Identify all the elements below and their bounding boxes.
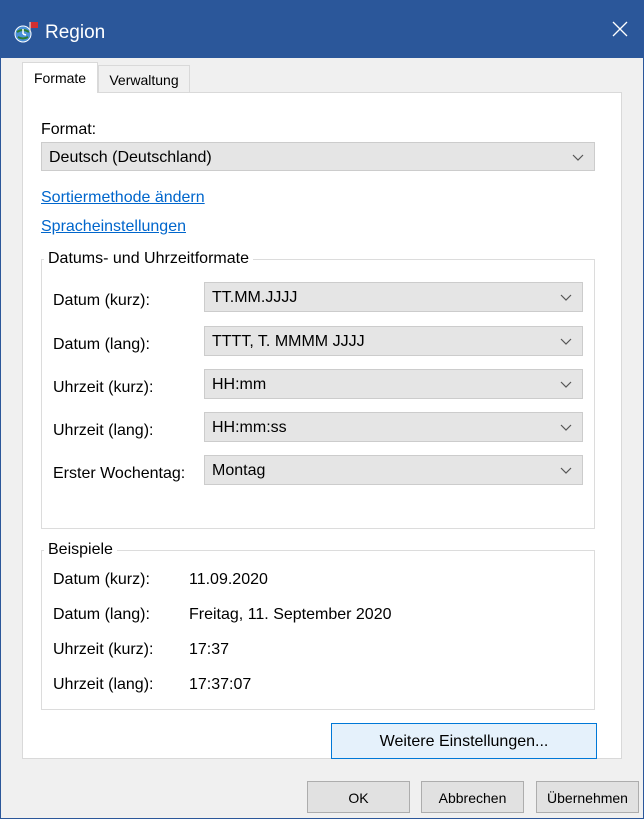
long-time-dropdown[interactable]: HH:mm:ss (204, 412, 583, 442)
format-dropdown-value: Deutsch (Deutschland) (49, 149, 212, 166)
tab-panel-formate: Format: Deutsch (Deutschland) Sortiermet… (22, 92, 622, 759)
language-settings-link[interactable]: Spracheinstellungen (41, 217, 186, 237)
example-short-time-label: Uhrzeit (kurz): (53, 641, 154, 658)
long-time-label: Uhrzeit (lang): (53, 422, 154, 439)
long-date-dropdown[interactable]: TTTT, T. MMMM JJJJ (204, 326, 583, 356)
first-weekday-label: Erster Wochentag: (53, 465, 186, 482)
format-label: Format: (41, 121, 97, 138)
short-time-dropdown[interactable]: HH:mm (204, 369, 583, 399)
apply-button[interactable]: Übernehmen (536, 781, 639, 813)
ok-button[interactable]: OK (307, 781, 410, 813)
region-globe-icon (14, 22, 38, 43)
cancel-button[interactable]: Abbrechen (421, 781, 524, 813)
short-date-label: Datum (kurz): (53, 292, 150, 309)
tab-verwaltung[interactable]: Verwaltung (98, 65, 190, 93)
example-long-time-value: 17:37:07 (189, 676, 252, 693)
window-title: Region (45, 22, 106, 43)
close-button[interactable] (597, 0, 643, 58)
chevron-down-icon (572, 154, 584, 161)
close-icon (612, 21, 628, 37)
example-long-date-label: Datum (lang): (53, 606, 150, 623)
example-short-date-value: 11.09.2020 (189, 571, 268, 588)
chevron-down-icon (560, 424, 572, 431)
datetime-formats-group: Datums- und Uhrzeitformate Datum (kurz):… (41, 249, 595, 529)
long-time-value: HH:mm:ss (212, 419, 287, 436)
short-date-dropdown[interactable]: TT.MM.JJJJ (204, 282, 583, 312)
chevron-down-icon (560, 381, 572, 388)
region-dialog: Region Formate Verwaltung Format: Deutsc… (0, 0, 644, 819)
tab-formate[interactable]: Formate (22, 62, 98, 93)
datetime-group-title: Datums- und Uhrzeitformate (44, 249, 253, 269)
first-weekday-value: Montag (212, 462, 266, 479)
first-weekday-dropdown[interactable]: Montag (204, 455, 583, 485)
example-long-date-value: Freitag, 11. September 2020 (189, 606, 392, 623)
sort-method-link[interactable]: Sortiermethode ändern (41, 188, 205, 208)
short-date-value: TT.MM.JJJJ (212, 289, 298, 306)
format-dropdown[interactable]: Deutsch (Deutschland) (41, 142, 595, 171)
chevron-down-icon (560, 294, 572, 301)
chevron-down-icon (560, 338, 572, 345)
examples-group-title: Beispiele (44, 540, 117, 560)
short-time-value: HH:mm (212, 376, 267, 393)
short-time-label: Uhrzeit (kurz): (53, 379, 154, 396)
chevron-down-icon (560, 467, 572, 474)
long-date-label: Datum (lang): (53, 336, 150, 353)
example-short-date-label: Datum (kurz): (53, 571, 150, 588)
title-bar: Region (1, 0, 643, 58)
long-date-value: TTTT, T. MMMM JJJJ (212, 333, 365, 350)
examples-group: Beispiele Datum (kurz): 11.09.2020 Datum… (41, 540, 595, 710)
example-long-time-label: Uhrzeit (lang): (53, 676, 154, 693)
example-short-time-value: 17:37 (189, 641, 230, 658)
more-settings-button[interactable]: Weitere Einstellungen... (331, 723, 597, 759)
